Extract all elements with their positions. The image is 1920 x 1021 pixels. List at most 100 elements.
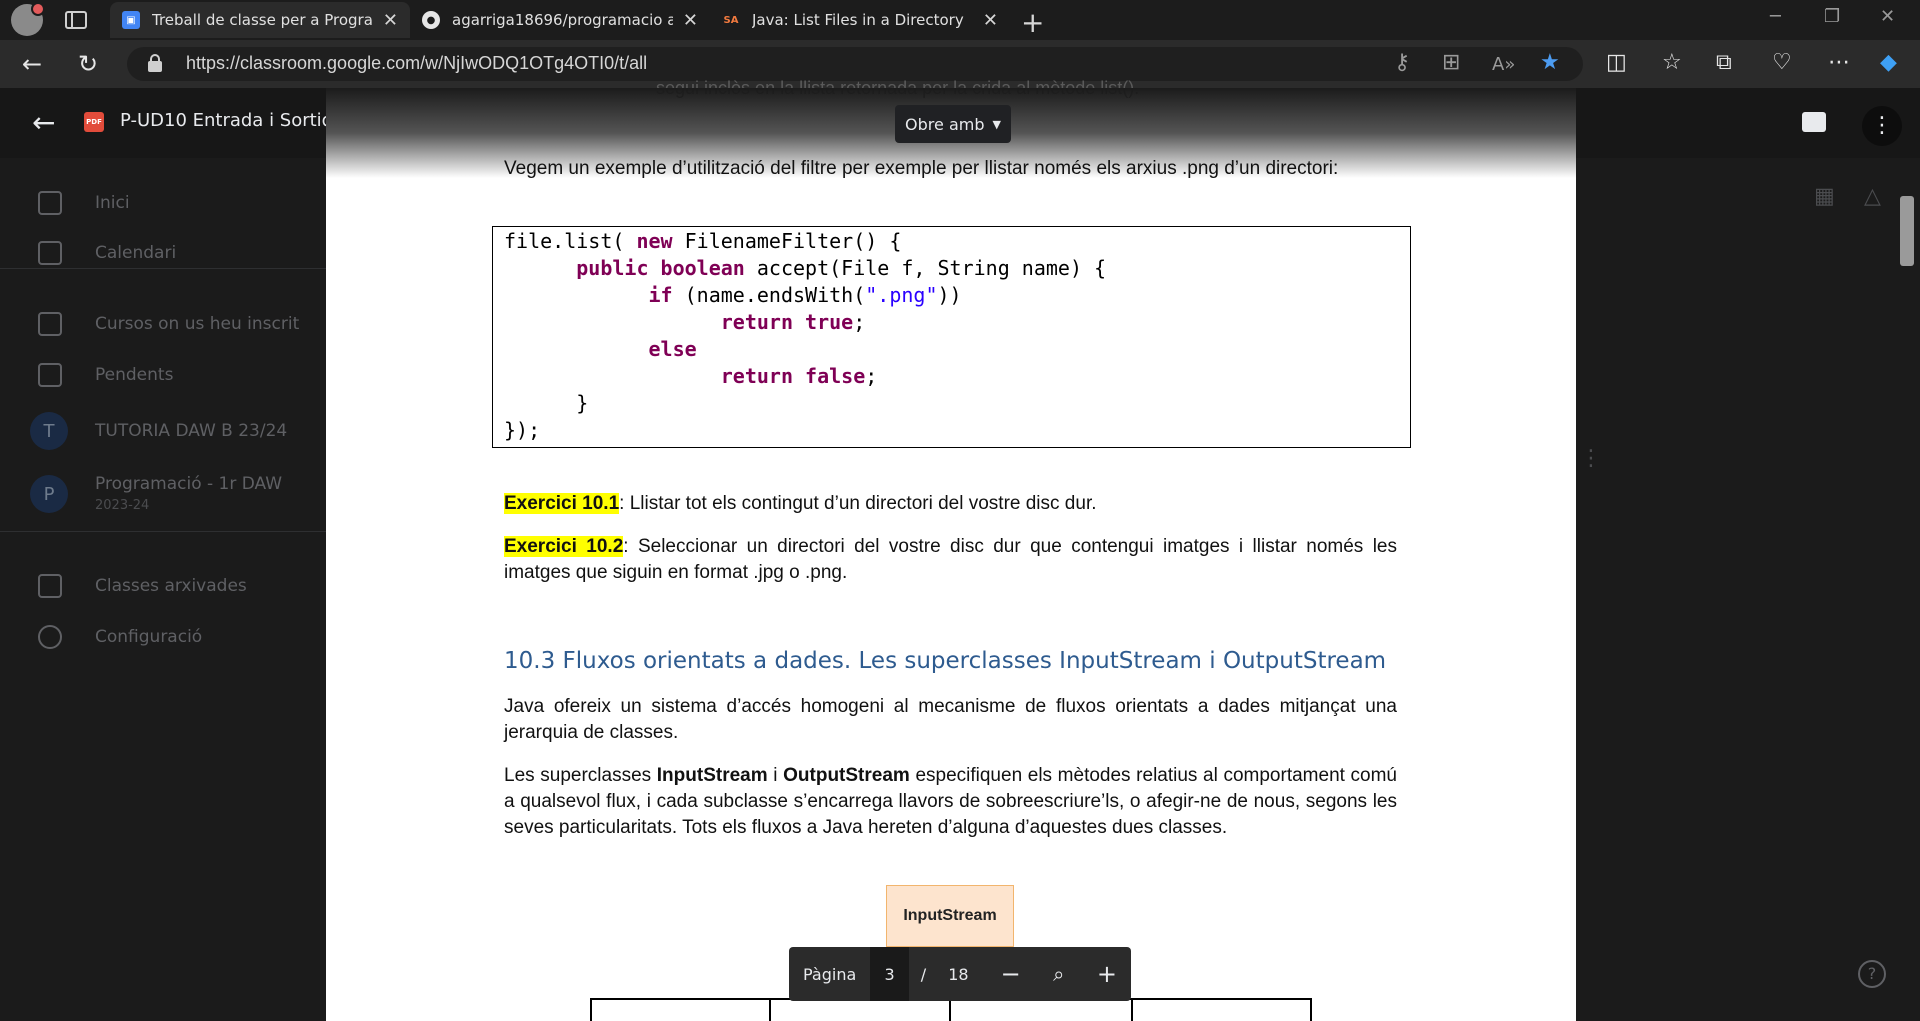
more-vert-icon[interactable]: ⋮ <box>1580 446 1602 471</box>
code-listing: file.list( new FilenameFilter() { public… <box>504 229 1107 442</box>
diagram-connector <box>769 998 771 1021</box>
archive-icon <box>38 574 62 598</box>
sidebar-item-label: Programació - 1r DAW <box>95 474 283 494</box>
calendar-icon <box>38 241 62 265</box>
text-run: Les superclasses <box>504 765 657 786</box>
sidebar-item-programacio[interactable]: P Programació - 1r DAW 2023-24 <box>0 464 326 524</box>
page-controls: Pàgina 3 / 18 − ⌕ + <box>789 947 1131 1001</box>
page-total: 18 <box>948 964 969 984</box>
back-icon[interactable]: ← <box>22 50 42 78</box>
text-run: i <box>767 765 784 786</box>
minimize-icon[interactable]: ─ <box>1770 6 1781 27</box>
calendar-icon[interactable]: ▦ <box>1814 184 1835 209</box>
copilot-icon[interactable]: ◆ <box>1880 50 1897 75</box>
intro-paragraph: Vegem un exemple d’utilització del filtr… <box>504 158 1339 179</box>
exercise-10-1: Exercici 10.1: Llistar tot els contingut… <box>504 491 1397 517</box>
exercise-text: : Seleccionar un directori del vostre di… <box>504 536 1397 583</box>
sidebar-item-label: Inici <box>95 193 130 213</box>
tab-title: agarriga18696/programacio at U <box>452 11 673 29</box>
exercise-label: Exercici 10.1 <box>504 493 620 514</box>
page-number-input[interactable]: 3 <box>870 947 909 1001</box>
settings-more-icon[interactable]: ⋯ <box>1828 50 1850 75</box>
diagram-connector <box>1310 998 1312 1021</box>
scrollbar-thumb[interactable] <box>1900 196 1914 266</box>
close-icon[interactable]: ✕ <box>983 10 998 31</box>
class-avatar: P <box>30 475 68 513</box>
exercise-text: : Llistar tot els contingut d’un directo… <box>619 493 1097 514</box>
browser-essentials-icon[interactable]: ♡ <box>1772 50 1792 75</box>
favorites-icon[interactable]: ☆ <box>1662 50 1682 75</box>
split-screen-icon[interactable]: ◫ <box>1606 50 1627 75</box>
close-icon[interactable]: ✕ <box>383 10 398 31</box>
sa-icon: SA <box>723 14 739 26</box>
restore-icon[interactable]: ❐ <box>1824 6 1840 27</box>
paragraph-superclasses: Les superclasses InputStream i OutputStr… <box>504 763 1397 841</box>
sidebar-item-enrolled[interactable]: Cursos on us heu inscrit <box>0 302 326 346</box>
sidebar-item-label: Configuració <box>95 627 203 647</box>
checklist-icon <box>38 363 62 387</box>
lock-icon[interactable] <box>148 54 162 72</box>
sidebar-item-label: TUTORIA DAW B 23/24 <box>95 421 288 441</box>
read-aloud-icon[interactable]: A» <box>1492 54 1515 75</box>
sidebar-item-label: Calendari <box>95 243 177 263</box>
collections-icon[interactable]: ⧉ <box>1716 50 1732 75</box>
zoom-icon[interactable]: ⌕ <box>1035 962 1083 986</box>
drive-icon[interactable]: △ <box>1864 184 1881 209</box>
paragraph-java-streams: Java ofereix un sistema d’accés homogeni… <box>504 696 1397 743</box>
tab-actions-icon[interactable] <box>65 11 87 29</box>
sidebar-item-label: Pendents <box>95 365 174 385</box>
open-with-label: Obre amb <box>905 114 985 134</box>
class-avatar: T <box>30 412 68 450</box>
caret-down-icon: ▼ <box>992 117 1001 131</box>
sidebar-item-home[interactable]: Inici <box>0 181 326 225</box>
help-icon[interactable]: ? <box>1858 960 1886 988</box>
apps-icon[interactable]: ⊞ <box>1442 50 1460 75</box>
page-label: Pàgina <box>803 964 857 984</box>
open-with-button[interactable]: Obre amb ▼ <box>895 105 1011 143</box>
sidebar: Inici Calendari Cursos on us heu inscrit… <box>0 88 326 1021</box>
zoom-out-icon[interactable]: − <box>987 960 1035 988</box>
tab-title: Treball de classe per a Programació <box>152 11 373 29</box>
sidebar-item-archived[interactable]: Classes arxivades <box>0 564 326 608</box>
diagram-connector <box>1131 998 1133 1021</box>
home-icon <box>38 191 62 215</box>
profile-avatar[interactable] <box>11 2 45 36</box>
classroom-icon: ▣ <box>122 11 140 29</box>
reload-icon[interactable]: ↻ <box>78 50 98 78</box>
sidebar-item-todo[interactable]: Pendents <box>0 353 326 397</box>
close-icon[interactable]: ✕ <box>683 10 698 31</box>
sidebar-divider <box>0 531 326 532</box>
viewer-more-icon[interactable]: ⋮ <box>1862 106 1902 146</box>
tab-title: Java: List Files in a Directory <box>752 11 964 29</box>
outputstream-term: OutputStream <box>783 765 910 786</box>
sidebar-item-tutoria[interactable]: T TUTORIA DAW B 23/24 <box>0 409 326 453</box>
key-icon[interactable]: ⚷ <box>1394 50 1410 75</box>
sidebar-item-settings[interactable]: Configuració <box>0 615 326 659</box>
page-separator: / <box>920 964 927 984</box>
tab-java[interactable]: SA Java: List Files in a Directory ✕ <box>710 2 1010 38</box>
viewer-back-icon[interactable]: ← <box>32 106 55 139</box>
tab-github[interactable]: ● agarriga18696/programacio at U ✕ <box>410 2 710 38</box>
favorite-star-icon[interactable]: ★ <box>1540 50 1560 75</box>
diagram-connector <box>590 998 592 1021</box>
exercise-10-2: Exercici 10.2: Seleccionar un directori … <box>504 534 1397 586</box>
diagram-inputstream-node: InputStream <box>886 885 1014 947</box>
print-icon[interactable] <box>1802 112 1826 132</box>
tab-classroom[interactable]: ▣ Treball de classe per a Programació ✕ <box>110 2 410 38</box>
section-heading: 10.3 Fluxos orientats a dades. Les super… <box>504 648 1387 674</box>
gear-icon <box>38 625 62 649</box>
pdf-icon: PDF <box>84 112 104 132</box>
sidebar-item-label: Cursos on us heu inscrit <box>95 314 300 334</box>
sidebar-item-sub: 2023-24 <box>95 498 150 513</box>
zoom-in-icon[interactable]: + <box>1083 960 1131 988</box>
inputstream-term: InputStream <box>656 765 768 786</box>
url-text[interactable]: https://classroom.google.com/w/NjIwODQ1O… <box>186 53 647 74</box>
sidebar-item-text: Programació - 1r DAW 2023-24 <box>95 474 282 514</box>
new-tab-icon[interactable]: + <box>1021 6 1044 39</box>
sidebar-item-label: Classes arxivades <box>95 576 247 596</box>
github-icon: ● <box>422 11 440 29</box>
exercise-label: Exercici 10.2 <box>504 536 624 557</box>
window-close-icon[interactable]: ✕ <box>1880 6 1895 27</box>
sidebar-divider <box>0 268 326 269</box>
school-icon <box>38 312 62 336</box>
